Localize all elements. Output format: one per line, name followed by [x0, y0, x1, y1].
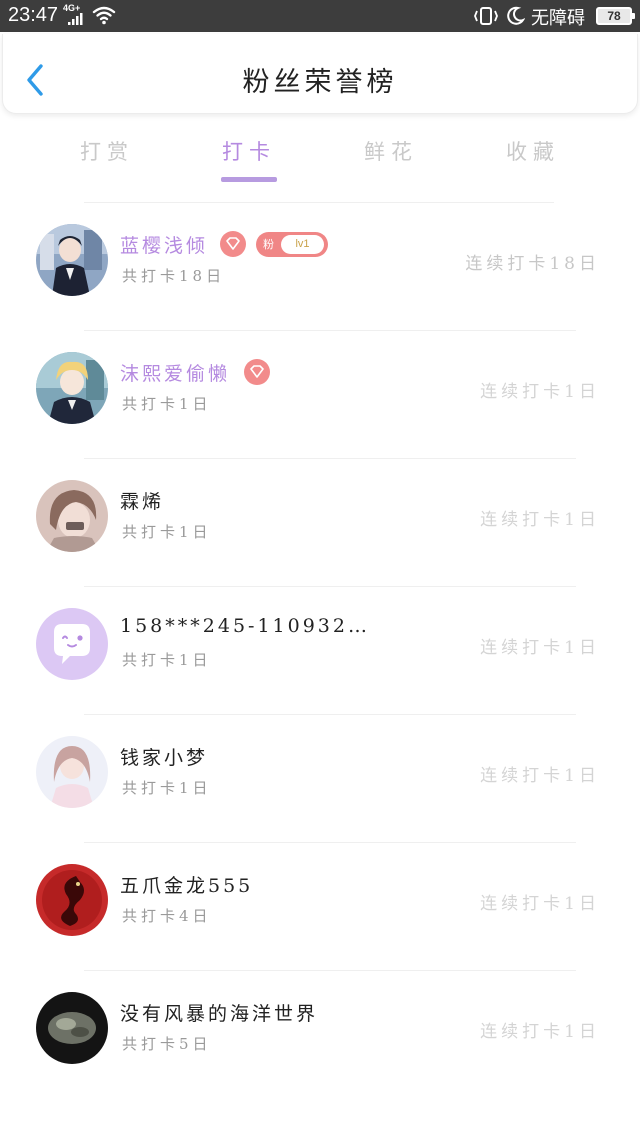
tab-reward[interactable]: 打赏 [62, 136, 152, 166]
username: 钱家小梦 [120, 747, 209, 769]
tab-flowers[interactable]: 鲜花 [346, 136, 436, 166]
list-item[interactable]: 沫熙爱偷懒 共打卡1日 连续打卡1日 [0, 331, 640, 459]
vip-diamond-icon [220, 231, 246, 257]
streak-checkin: 连续打卡1日 [480, 766, 600, 786]
streak-checkin: 连续打卡18日 [465, 254, 600, 274]
username: 沫熙爱偷懒 [120, 363, 231, 385]
avatar[interactable] [36, 608, 108, 680]
status-bar: 23:47 4G+ 无障碍 78 [0, 0, 640, 32]
avatar[interactable] [36, 352, 108, 424]
anime-blonde-boy-avatar-icon [36, 352, 108, 424]
streak-checkin: 连续打卡1日 [480, 510, 600, 530]
total-checkin: 共打卡18日 [122, 267, 226, 285]
anime-girl-avatar-icon [36, 736, 108, 808]
list-item[interactable]: 钱家小梦 共打卡1日 连续打卡1日 [0, 715, 640, 843]
total-checkin: 共打卡4日 [122, 907, 212, 925]
list-item[interactable]: 没有风暴的海洋世界 共打卡5日 连续打卡1日 [0, 971, 640, 1099]
tab-checkin[interactable]: 打卡 [204, 136, 294, 166]
streak-checkin: 连续打卡1日 [480, 382, 600, 402]
avatar[interactable] [36, 992, 108, 1064]
total-checkin: 共打卡1日 [122, 523, 212, 541]
tab-bar: 打赏 打卡 鲜花 收藏 [0, 130, 640, 186]
signal-icon [68, 13, 83, 25]
page-title: 粉丝荣誉榜 [242, 67, 398, 98]
accessibility-label: 无障碍 [531, 8, 585, 29]
total-checkin: 共打卡1日 [122, 395, 212, 413]
username: 五爪金龙555 [120, 875, 254, 897]
list-item[interactable]: 霖烯 共打卡1日 连续打卡1日 [0, 459, 640, 587]
avatar[interactable] [36, 864, 108, 936]
status-time: 23:47 [8, 4, 59, 26]
anime-brown-hair-avatar-icon [36, 480, 108, 552]
avatar[interactable] [36, 480, 108, 552]
vibrate-icon [474, 7, 498, 25]
streak-checkin: 连续打卡1日 [480, 638, 600, 658]
dark-stone-avatar-icon [36, 992, 108, 1064]
streak-checkin: 连续打卡1日 [480, 894, 600, 914]
total-checkin: 共打卡1日 [122, 651, 212, 669]
fan-tag: 粉 [263, 238, 274, 251]
fan-level: lv1 [295, 238, 310, 250]
list-item[interactable]: 158***245-110932670... 共打卡1日 连续打卡1日 [0, 587, 640, 715]
total-checkin: 共打卡1日 [122, 779, 212, 797]
list-item[interactable]: 五爪金龙555 共打卡4日 连续打卡1日 [0, 843, 640, 971]
fan-level-box: lv1 [281, 235, 324, 254]
username: 158***245-110932670... [120, 615, 370, 637]
streak-checkin: 连续打卡1日 [480, 1022, 600, 1042]
avatar[interactable] [36, 224, 108, 296]
moon-icon [507, 6, 525, 25]
red-dragon-avatar-icon [36, 864, 108, 936]
fan-level-badge: 粉 lv1 [256, 232, 328, 257]
list-item[interactable]: 蓝樱浅倾 粉 lv1 共打卡18日 连续打卡18日 [0, 203, 640, 331]
header-bar: 粉丝荣誉榜 [2, 34, 638, 114]
wifi-icon [92, 6, 116, 25]
default-chat-bubble-avatar-icon [36, 608, 108, 680]
username: 霖烯 [120, 491, 165, 513]
username: 蓝樱浅倾 [120, 235, 209, 257]
total-checkin: 共打卡5日 [122, 1035, 212, 1053]
vip-diamond-icon [244, 359, 270, 385]
tab-favorites[interactable]: 收藏 [488, 136, 578, 166]
battery-icon: 78 [596, 7, 635, 25]
fan-list: 蓝樱浅倾 粉 lv1 共打卡18日 连续打卡18日 沫熙爱偷懒 共打卡1日 连续… [0, 203, 640, 1099]
active-tab-indicator [221, 177, 277, 182]
anime-boy-suit-avatar-icon [36, 224, 108, 296]
username: 没有风暴的海洋世界 [120, 1003, 319, 1025]
avatar[interactable] [36, 736, 108, 808]
network-type: 4G+ [63, 3, 81, 13]
